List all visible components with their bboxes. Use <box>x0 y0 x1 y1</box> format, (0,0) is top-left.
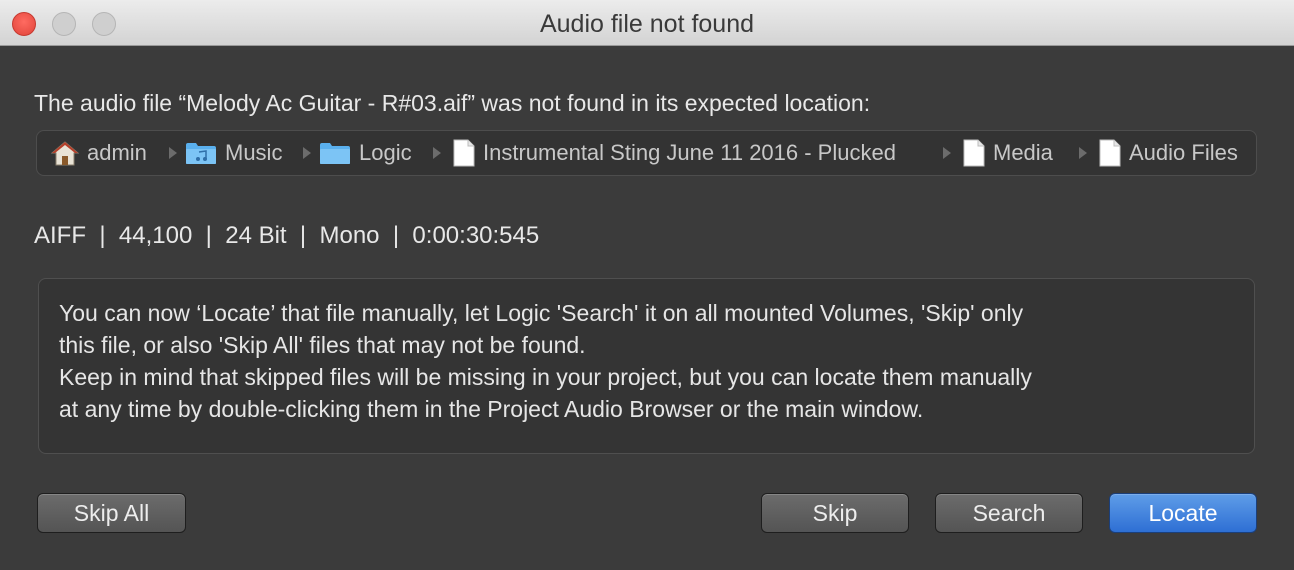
path-item-music[interactable]: Music <box>185 131 282 175</box>
path-item-admin[interactable]: admin <box>50 131 147 175</box>
info-line: You can now ‘Locate’ that file manually,… <box>59 300 1024 326</box>
missing-file-message: The audio file “Melody Ac Guitar - R#03.… <box>34 90 871 116</box>
music-folder-icon <box>185 141 217 165</box>
path-item-project[interactable]: Instrumental Sting June 11 2016 - Plucke… <box>453 131 927 175</box>
document-icon <box>963 139 985 167</box>
path-separator-icon <box>943 147 951 159</box>
title-bar: Audio file not found <box>0 0 1294 46</box>
folder-icon <box>319 141 351 165</box>
dialog-window: Audio file not found The audio file “Mel… <box>0 0 1294 570</box>
path-separator-icon <box>303 147 311 159</box>
window-title: Audio file not found <box>539 10 755 38</box>
document-icon <box>1099 139 1121 167</box>
truncation-fade <box>905 131 927 175</box>
path-item-label: Media <box>993 140 1053 165</box>
path-separator-icon <box>1079 147 1087 159</box>
document-icon <box>453 139 475 167</box>
path-separator-icon <box>433 147 441 159</box>
path-item-label: Music <box>225 140 283 165</box>
search-button[interactable]: Search <box>935 493 1083 533</box>
path-separator-icon <box>169 147 177 159</box>
info-box: You can now ‘Locate’ that file manually,… <box>38 278 1255 454</box>
file-info: AIFF | 44,100 | 24 Bit | Mono | 0:00:30:… <box>34 222 540 249</box>
path-item-label: Audio Files <box>1129 140 1238 165</box>
path-item-logic[interactable]: Logic <box>319 131 412 175</box>
locate-button[interactable]: Locate <box>1109 493 1257 533</box>
path-item-label: Instrumental Sting June 11 2016 - Plucke… <box>483 140 896 165</box>
path-item-media[interactable]: Media <box>963 131 1053 175</box>
path-item-label: admin <box>87 140 147 165</box>
path-bar: admin Music Logic Instrumental Sting Jun… <box>36 130 1257 176</box>
path-item-audio-files[interactable]: Audio Files <box>1099 131 1238 175</box>
info-text: You can now ‘Locate’ that file manually,… <box>59 297 1239 425</box>
skip-all-button[interactable]: Skip All <box>37 493 186 533</box>
path-item-label: Logic <box>359 140 412 165</box>
info-line: Keep in mind that skipped files will be … <box>59 364 1032 390</box>
home-icon <box>50 140 80 166</box>
info-line: at any time by double-clicking them in t… <box>59 396 924 422</box>
skip-button[interactable]: Skip <box>761 493 909 533</box>
info-line: this file, or also 'Skip All' files that… <box>59 332 586 358</box>
